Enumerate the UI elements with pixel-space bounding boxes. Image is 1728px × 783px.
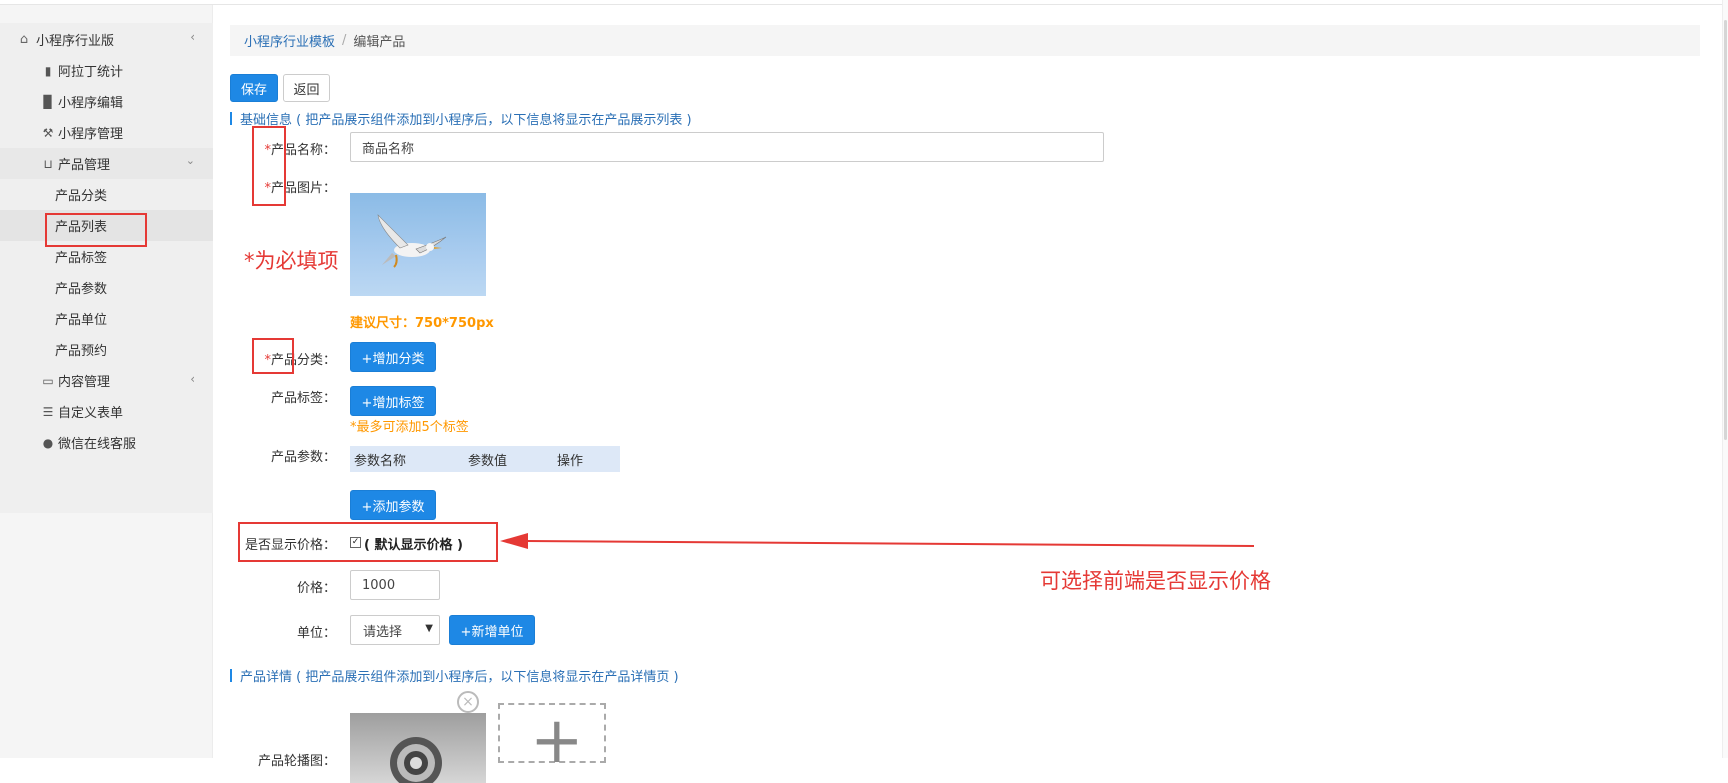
image-size-hint: 建议尺寸：750*750px: [350, 316, 494, 331]
unit-select-value: 请选择: [363, 624, 403, 640]
sidebar-section: ⌂ 小程序行业版 ‹ ▮ 阿拉丁统计 ▉ 小程序编辑 ⚒ 小程序管理 ⊔ 产品管…: [0, 23, 213, 513]
bar-chart-icon: ▮: [44, 63, 52, 78]
dropdown-arrow-icon: ▼: [425, 623, 433, 634]
add-unit-button[interactable]: +新增单位: [449, 615, 535, 645]
plus-icon: +: [530, 704, 584, 778]
section-bar: [230, 668, 232, 682]
back-button[interactable]: 返回: [283, 74, 330, 102]
breadcrumb-separator: /: [342, 33, 347, 48]
sidebar: ⌂ 小程序行业版 ‹ ▮ 阿拉丁统计 ▉ 小程序编辑 ⚒ 小程序管理 ⊔ 产品管…: [0, 5, 213, 758]
sidebar-sub-product-booking[interactable]: 产品预约: [0, 334, 213, 365]
sidebar-sub-label: 产品分类: [55, 189, 108, 204]
annotation-box-required-marks: [252, 126, 286, 206]
sidebar-item-mini-program-manage[interactable]: ⚒ 小程序管理: [0, 117, 213, 148]
add-param-button[interactable]: +添加参数: [350, 490, 436, 520]
scrollbar-thumb[interactable]: [1724, 20, 1727, 440]
save-button[interactable]: 保存: [230, 74, 278, 102]
param-table-header: 参数名称 参数值 操作: [350, 446, 620, 472]
sidebar-item-label: 小程序管理: [58, 127, 124, 142]
sidebar-item-product-manage[interactable]: ⊔ 产品管理 ⌄: [0, 148, 213, 179]
sidebar-sub-product-units[interactable]: 产品单位: [0, 303, 213, 334]
product-param-label: 产品参数：: [270, 450, 336, 465]
price-input[interactable]: 1000: [350, 570, 440, 600]
sidebar-sub-product-params[interactable]: 产品参数: [0, 272, 213, 303]
annotation-box-product-list: [45, 213, 147, 247]
basic-info-section-title: 基础信息 ( 把产品展示组件添加到小程序后，以下信息将显示在产品展示列表 ): [230, 109, 692, 128]
sidebar-item-content-manage[interactable]: ▭ 内容管理 ‹: [0, 365, 213, 396]
sidebar-sub-label: 产品标签: [55, 251, 108, 266]
required-note-annotation: *为必填项: [244, 249, 339, 273]
shell-image: [390, 737, 442, 783]
sidebar-sub-label: 产品参数: [55, 282, 108, 297]
chevron-down-icon: ⌄: [185, 154, 195, 167]
sidebar-sub-label: 产品单位: [55, 313, 108, 328]
sidebar-app-title[interactable]: ⌂ 小程序行业版 ‹: [0, 23, 213, 55]
sidebar-item-custom-form[interactable]: ☰ 自定义表单: [0, 396, 213, 427]
list-icon: ☰: [42, 404, 54, 419]
annotation-box-category-required: [252, 338, 294, 374]
sidebar-item-label: 微信在线客服: [58, 437, 137, 452]
folder-icon: ▭: [42, 373, 54, 388]
breadcrumb: 小程序行业模板 / 编辑产品: [230, 25, 1700, 56]
breadcrumb-parent-link[interactable]: 小程序行业模板: [244, 31, 335, 50]
sidebar-item-label: 自定义表单: [58, 406, 124, 421]
annotation-box-show-price: [238, 522, 498, 562]
book-icon: ▉: [43, 94, 53, 109]
unit-select[interactable]: 请选择 ▼: [350, 615, 440, 645]
remove-image-icon[interactable]: ×: [457, 691, 479, 713]
sidebar-item-label: 小程序编辑: [58, 96, 124, 111]
sidebar-item-wechat-service[interactable]: ● 微信在线客服: [0, 427, 213, 458]
price-label: 价格：: [296, 581, 336, 596]
chevron-left-icon: ‹: [190, 372, 195, 386]
unit-label: 单位：: [296, 626, 336, 641]
sidebar-item-mini-program-edit[interactable]: ▉ 小程序编辑: [0, 86, 213, 117]
product-name-value: 商品名称: [362, 141, 415, 157]
sidebar-item-label: 产品管理: [58, 158, 111, 173]
home-icon: ⌂: [19, 31, 29, 47]
cart-icon: ⊔: [43, 156, 53, 171]
sidebar-item-aladdin-stats[interactable]: ▮ 阿拉丁统计: [0, 55, 213, 86]
param-col-name: 参数名称: [354, 453, 407, 469]
tag-limit-hint: *最多可添加5个标签: [350, 420, 469, 435]
detail-section-title: 产品详情 ( 把产品展示组件添加到小程序后，以下信息将显示在产品详情页 ): [230, 666, 679, 685]
product-name-input[interactable]: 商品名称: [350, 132, 1104, 162]
user-icon: ●: [42, 435, 54, 450]
section-bar: [230, 111, 232, 125]
param-col-action: 操作: [557, 453, 584, 469]
add-tag-button[interactable]: +增加标签: [350, 386, 436, 416]
annotation-arrow: [500, 533, 1255, 549]
carousel-image-thumbnail[interactable]: [350, 713, 486, 783]
vertical-scrollbar[interactable]: [1722, 0, 1728, 758]
sidebar-sub-label: 产品预约: [55, 344, 108, 359]
add-category-button[interactable]: +增加分类: [350, 342, 436, 372]
breadcrumb-current: 编辑产品: [353, 35, 406, 50]
sidebar-item-label: 阿拉丁统计: [58, 65, 124, 80]
price-note-annotation: 可选择前端是否显示价格: [1040, 569, 1271, 593]
product-image-thumbnail[interactable]: [350, 193, 486, 296]
detail-title-text: 产品详情 ( 把产品展示组件添加到小程序后，以下信息将显示在产品详情页 ): [240, 669, 679, 685]
basic-info-title-text: 基础信息 ( 把产品展示组件添加到小程序后，以下信息将显示在产品展示列表 ): [240, 112, 692, 128]
top-border: [0, 0, 1728, 5]
param-col-value: 参数值: [468, 453, 508, 469]
chevron-left-icon: ‹: [190, 30, 195, 44]
carousel-label: 产品轮播图：: [257, 754, 336, 769]
sidebar-app-title-label: 小程序行业版: [36, 33, 115, 49]
sidebar-sub-product-category[interactable]: 产品分类: [0, 179, 213, 210]
sidebar-item-label: 内容管理: [58, 375, 111, 390]
upload-image-button[interactable]: +: [498, 703, 606, 773]
seagull-image: [377, 214, 447, 268]
product-tag-label: 产品标签：: [270, 391, 336, 406]
price-value: 1000: [362, 577, 396, 593]
wrench-icon: ⚒: [42, 125, 54, 140]
